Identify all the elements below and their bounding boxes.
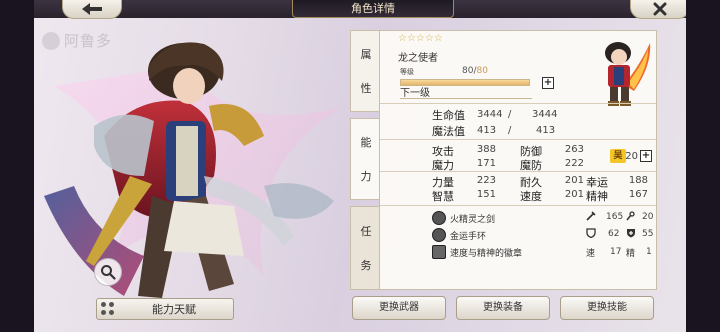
attack-value: 388 <box>476 144 496 155</box>
tab-attributes-char2: 性 <box>360 82 372 95</box>
hp-max: 3444 <box>532 109 558 120</box>
hp-slash: / <box>508 109 512 120</box>
back-arrow-icon <box>82 3 102 15</box>
change-weapon-button[interactable]: 更换武器 <box>352 296 446 320</box>
divider <box>380 139 656 140</box>
mp-current: 413 <box>477 125 497 136</box>
level-label: 等级 <box>400 68 414 76</box>
intellect-value: 151 <box>476 189 496 200</box>
shield-icon <box>586 228 596 241</box>
equip-accessory-row[interactable]: 速度与精神的徽章 <box>432 245 522 259</box>
accessory-spirit-value: 1 <box>646 247 652 257</box>
skill-points-value: 20 <box>625 151 638 162</box>
tab-attributes[interactable]: 属 性 <box>350 30 381 112</box>
tab-task[interactable]: 任 务 <box>350 206 381 290</box>
equip-accessory-name: 速度与精神的徽章 <box>450 248 523 259</box>
equip-weapon-row[interactable]: 火精灵之剑 <box>432 211 495 225</box>
armor-secondary-value: 55 <box>642 229 654 239</box>
magic-value: 171 <box>476 158 496 169</box>
character-name: 龙之使者 <box>398 53 438 64</box>
hp-current: 3444 <box>477 109 503 120</box>
weapon-slot-icon <box>432 211 446 225</box>
character-illustration <box>44 42 344 298</box>
strength-value: 223 <box>476 175 496 186</box>
level-up-plus-button[interactable]: + <box>542 77 554 89</box>
talent-grid-icon <box>101 302 115 316</box>
tab-task-char2: 务 <box>360 259 372 272</box>
change-equipment-button[interactable]: 更换装备 <box>456 296 550 320</box>
speed-value: 201 <box>564 189 584 200</box>
hp-label: 生命值 <box>432 109 465 122</box>
tab-ability-char2: 力 <box>360 170 372 183</box>
right-bezel <box>686 0 720 332</box>
equip-armor-row[interactable]: 金运手环 <box>432 228 486 242</box>
weapon-attack-value: 165 <box>606 212 624 222</box>
magic-shield-icon <box>626 228 636 241</box>
spirit-value: 167 <box>628 189 648 200</box>
accessory-speed-value: 17 <box>610 247 622 257</box>
tab-ability-char1: 能 <box>360 136 372 149</box>
level-value: 80/80 <box>462 66 488 76</box>
change-skill-button[interactable]: 更换技能 <box>560 296 654 320</box>
wand-icon <box>626 211 636 224</box>
mdef-value: 222 <box>564 158 584 169</box>
tab-attributes-char1: 属 <box>360 48 372 61</box>
speed-label: 速度 <box>520 190 542 203</box>
luck-value: 188 <box>628 175 648 186</box>
level-max: 80 <box>476 66 488 76</box>
detail-panel: ☆☆☆☆☆ 龙之使者 等级 80/80 + 下一级 生命值 3444 / 344… <box>379 30 657 290</box>
level-current: 80 <box>462 66 474 76</box>
equip-armor-name: 金运手环 <box>450 231 487 242</box>
mp-label: 魔法值 <box>432 125 465 138</box>
intellect-label: 智慧 <box>432 190 454 203</box>
next-level-underline <box>400 98 532 99</box>
accessory-spirit-label: 精 <box>626 249 636 259</box>
divider <box>380 171 656 172</box>
mp-slash: / <box>508 125 512 136</box>
left-bezel <box>0 0 34 332</box>
sword-icon <box>586 211 596 224</box>
tab-ability[interactable]: 能 力 <box>350 118 381 200</box>
rarity-stars: ☆☆☆☆☆ <box>398 33 443 44</box>
talent-button[interactable]: 能力天赋 <box>96 298 234 320</box>
page-title: 角色详情 <box>292 0 454 18</box>
magnifier-icon <box>101 265 116 280</box>
skill-points-plus-button[interactable]: + <box>640 150 652 162</box>
armor-slot-icon <box>432 228 446 242</box>
close-button[interactable] <box>630 0 686 19</box>
close-icon <box>653 2 667 16</box>
equip-weapon-name: 火精灵之剑 <box>450 214 496 225</box>
back-button[interactable] <box>62 0 122 19</box>
divider <box>380 205 656 206</box>
armor-defense-value: 62 <box>608 229 620 239</box>
defense-value: 263 <box>564 144 584 155</box>
tab-task-char1: 任 <box>360 225 372 238</box>
next-level-label: 下一级 <box>400 88 430 99</box>
weapon-secondary-value: 20 <box>642 212 654 222</box>
divider <box>380 103 656 104</box>
talent-button-label: 能力天赋 <box>152 303 196 316</box>
accessory-slot-icon <box>432 245 446 259</box>
mp-max: 413 <box>536 125 556 136</box>
zoom-button[interactable] <box>94 258 122 286</box>
character-sprite <box>605 42 651 106</box>
character-detail-screen: 角色详情 阿鲁多 能力天赋 属 性 能 力 任 务 ☆☆☆☆☆ 龙之使者 等级 … <box>34 0 686 332</box>
accessory-speed-label: 速 <box>586 249 596 259</box>
spirit-label: 精神 <box>586 190 608 203</box>
endurance-value: 201 <box>564 175 584 186</box>
